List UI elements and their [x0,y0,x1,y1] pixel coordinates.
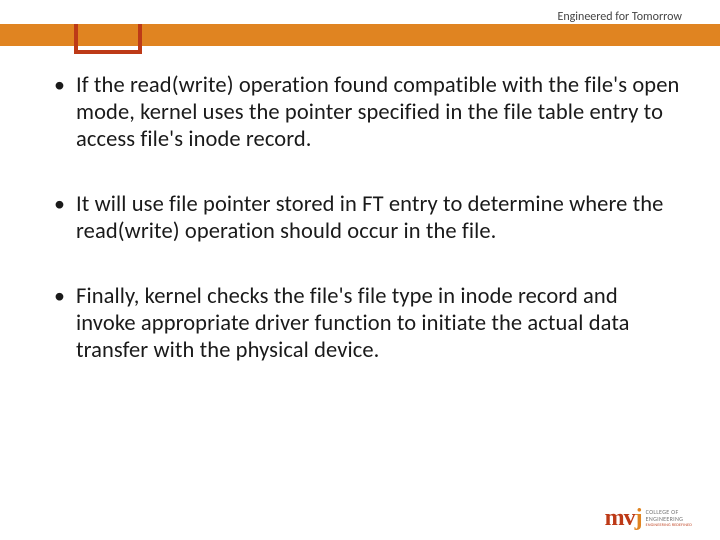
content-area: If the read(write) operation found compa… [52,72,680,402]
logo-letter-v: v [624,505,635,531]
logo-line2: ENGINEERING [646,516,692,523]
header-bracket-decoration [74,24,142,54]
bullet-item: If the read(write) operation found compa… [52,72,680,153]
header-tagline: Engineered for Tomorrow [557,10,682,24]
bullet-item: Finally, kernel checks the file's file t… [52,283,680,364]
logo-subtext: ENGINEERING REDEFINED [646,523,692,528]
logo-letter-m: m [605,505,624,531]
slide: Engineered for Tomorrow If the read(writ… [0,0,720,540]
logo-text-block: COLLEGE OF ENGINEERING ENGINEERING REDEF… [646,509,692,527]
bullet-item: It will use file pointer stored in FT en… [52,191,680,245]
bullet-list: If the read(write) operation found compa… [52,72,680,364]
footer-logo: mvj COLLEGE OF ENGINEERING ENGINEERING R… [605,505,692,532]
logo-letter-j: j [635,505,642,531]
logo-mark: mvj [605,505,642,532]
